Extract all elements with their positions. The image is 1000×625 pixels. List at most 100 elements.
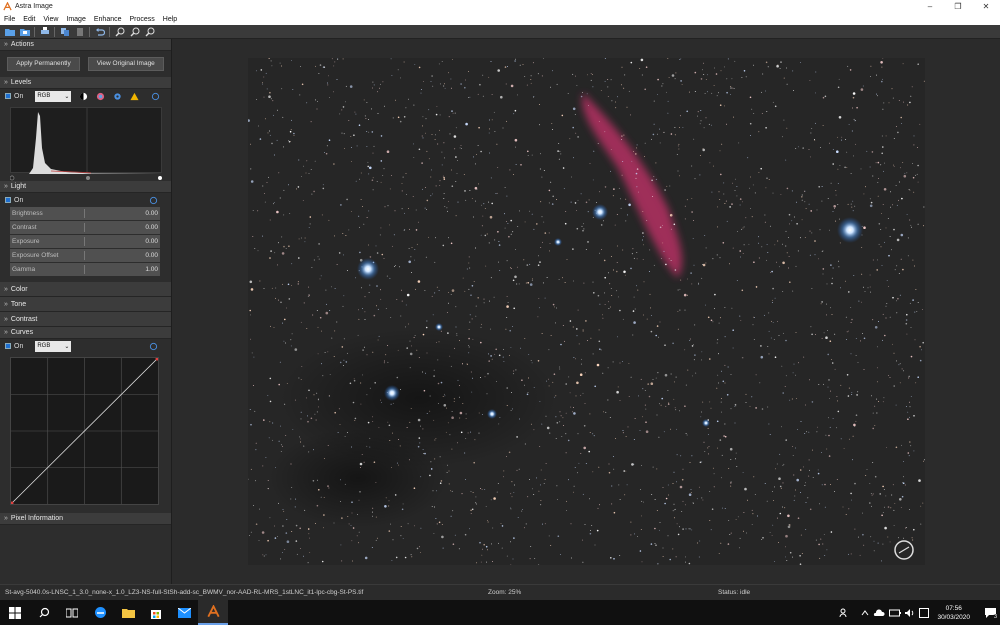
curves-header[interactable]: » Curves <box>0 327 171 339</box>
mail-icon <box>177 607 191 618</box>
brightness-slider[interactable]: Brightness 0.00 <box>10 207 160 220</box>
zoom-fit-button[interactable] <box>144 26 155 37</box>
start-button[interactable] <box>0 600 30 625</box>
toolbar-separator <box>54 26 55 37</box>
menu-image[interactable]: Image <box>62 16 89 23</box>
levels-title: Levels <box>10 79 32 86</box>
reset-icon[interactable] <box>151 92 160 101</box>
mail-taskbar-button[interactable] <box>170 600 198 625</box>
zoom-fit-icon <box>145 27 154 36</box>
toolbar-separator <box>34 26 35 37</box>
exposure-slider[interactable]: Exposure 0.00 <box>10 235 160 248</box>
undo-icon <box>95 27 105 36</box>
levels-header[interactable]: » Levels <box>0 77 171 89</box>
undo-button[interactable] <box>94 26 105 37</box>
light-on-checkbox[interactable] <box>5 197 11 203</box>
warning-icon[interactable] <box>130 92 139 101</box>
levels-on-checkbox[interactable] <box>5 93 11 99</box>
light-header[interactable]: » Light <box>0 181 171 193</box>
zoom-out-icon <box>130 27 139 36</box>
curves-on-checkbox[interactable] <box>5 343 11 349</box>
menu-view[interactable]: View <box>39 16 62 23</box>
levels-channel-select[interactable]: RGB ⌄ <box>35 90 72 102</box>
contrast-header[interactable]: » Contrast <box>0 312 171 327</box>
astra-taskbar-button[interactable] <box>198 600 228 625</box>
paste-button[interactable] <box>74 26 85 37</box>
explorer-taskbar-button[interactable] <box>114 600 142 625</box>
color-header[interactable]: » Color <box>0 282 171 297</box>
restore-button[interactable]: ❐ <box>944 0 972 13</box>
task-view-button[interactable] <box>58 600 86 625</box>
print-button[interactable] <box>39 26 50 37</box>
menu-help[interactable]: Help <box>159 16 181 23</box>
gear-icon[interactable] <box>113 92 122 101</box>
status-bar: St-avg-5040.0s-LNSC_1_3.0_none-x_1.0_LZ3… <box>0 584 1000 600</box>
curves-title: Curves <box>10 329 34 336</box>
onedrive-icon[interactable] <box>873 608 886 617</box>
curves-channel-value: RGB <box>37 343 51 349</box>
menu-edit[interactable]: Edit <box>19 16 39 23</box>
astra-logo-icon <box>3 2 12 11</box>
levels-handles <box>9 173 162 181</box>
zoom-out-button[interactable] <box>129 26 140 37</box>
reset-icon[interactable] <box>149 342 158 351</box>
menu-bar: File Edit View Image Enhance Process Hel… <box>0 13 1000 25</box>
notifications-button[interactable]: 3 <box>980 600 1000 625</box>
view-original-button[interactable]: View Original Image <box>87 57 164 71</box>
battery-icon[interactable] <box>889 609 902 617</box>
color-wheel-icon[interactable] <box>96 92 105 101</box>
search-button[interactable] <box>30 600 58 625</box>
store-taskbar-button[interactable] <box>142 600 170 625</box>
input-language-icon[interactable] <box>919 607 930 618</box>
actions-header[interactable]: » Actions <box>0 39 171 51</box>
curves-graph <box>10 357 159 505</box>
status-state: Status: idle <box>718 589 751 596</box>
copy-icon <box>60 27 69 36</box>
exposure-offset-slider[interactable]: Exposure Offset 0.00 <box>10 249 160 262</box>
copy-button[interactable] <box>59 26 70 37</box>
system-tray: 07:56 30/03/2020 3 <box>839 600 1000 625</box>
save-button[interactable] <box>19 26 30 37</box>
open-button[interactable] <box>4 26 15 37</box>
apply-permanently-button[interactable]: Apply Permanently <box>7 57 80 71</box>
level-handles-graphic[interactable] <box>9 173 162 181</box>
clock[interactable]: 07:56 30/03/2020 <box>937 604 970 622</box>
levels-histogram[interactable] <box>10 107 163 174</box>
menu-enhance[interactable]: Enhance <box>90 16 126 23</box>
starfield-image <box>248 58 925 565</box>
image-canvas-area <box>173 39 1000 584</box>
edge-taskbar-button[interactable] <box>86 600 114 625</box>
chevron-up-icon[interactable] <box>861 609 869 617</box>
close-button[interactable]: ✕ <box>972 0 1000 13</box>
curves-channel-select[interactable]: RGB ⌄ <box>35 340 72 352</box>
expand-chevron-icon: » <box>4 315 8 323</box>
slider-value: 1.00 <box>145 266 158 273</box>
volume-icon[interactable] <box>905 608 915 617</box>
curves-editor[interactable] <box>10 357 159 505</box>
edge-browser-icon <box>94 607 106 618</box>
contrast-icon[interactable] <box>79 92 88 101</box>
slider-label: Contrast <box>12 224 37 231</box>
pixel-information-header[interactable]: » Pixel Information <box>0 513 171 525</box>
collapse-chevron-icon: » <box>4 329 8 336</box>
reset-icon[interactable] <box>149 196 158 205</box>
expand-chevron-icon: » <box>4 300 8 308</box>
zoom-in-button[interactable] <box>114 26 125 37</box>
menu-file[interactable]: File <box>0 16 19 23</box>
minimize-button[interactable]: – <box>916 0 944 13</box>
chevron-down-icon: ⌄ <box>64 343 70 350</box>
slider-label: Gamma <box>12 266 36 273</box>
status-zoom: Zoom: 25% <box>488 589 522 596</box>
chevron-down-icon: ⌄ <box>64 93 70 100</box>
tone-header[interactable]: » Tone <box>0 297 171 312</box>
slider-value: 0.00 <box>145 210 158 217</box>
menu-process[interactable]: Process <box>126 16 159 23</box>
astro-image[interactable] <box>248 58 925 565</box>
paste-icon <box>76 27 83 36</box>
contrast-slider[interactable]: Contrast 0.00 <box>10 221 160 234</box>
levels-channel-value: RGB <box>37 93 51 99</box>
notification-count: 3 <box>992 614 998 620</box>
gamma-slider[interactable]: Gamma 1.00 <box>10 263 160 276</box>
people-icon[interactable] <box>839 608 849 618</box>
expand-chevron-icon: » <box>4 285 8 293</box>
